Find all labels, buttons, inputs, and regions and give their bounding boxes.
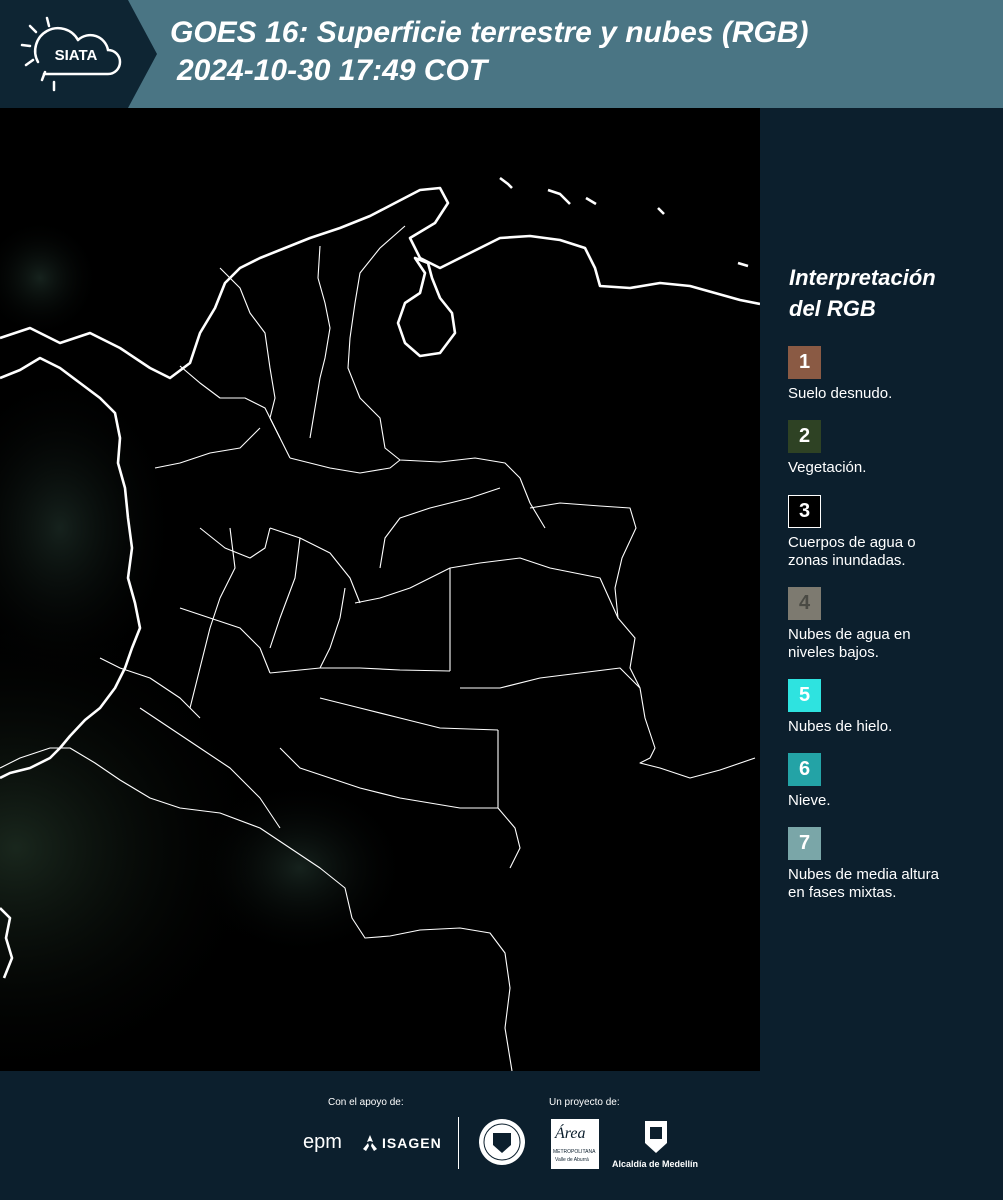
legend-label-line: en fases mixtas.	[788, 884, 897, 901]
area-logo-subtext2: Valle de Aburrá	[555, 1157, 589, 1163]
legend-label-line: Nubes de media altura	[788, 866, 939, 883]
siata-logo-text: SIATA	[55, 47, 98, 64]
legend-label: Nubes de agua en niveles bajos.	[788, 626, 998, 662]
area-logo-text: Área	[555, 1125, 586, 1142]
page-datetime: 2024-10-30 17:49 COT	[177, 54, 488, 87]
legend-label-line: Nieve.	[788, 792, 831, 809]
legend-swatch: 2	[788, 420, 821, 453]
legend-swatch: 1	[788, 346, 821, 379]
legend-item: 3 Cuerpos de agua o zonas inundadas.	[788, 495, 998, 570]
siata-logo: SIATA	[0, 0, 157, 108]
legend-title-line1: Interpretación	[789, 265, 936, 290]
legend-label-line: niveles bajos.	[788, 644, 879, 661]
legend-item: 5 Nubes de hielo.	[788, 679, 998, 736]
legend-label-line: Nubes de agua en	[788, 626, 911, 643]
legend-swatch: 7	[788, 827, 821, 860]
project-caption: Un proyecto de:	[549, 1097, 620, 1108]
footer-bar: Con el apoyo de: Un proyecto de: epm ISA…	[0, 1071, 1003, 1200]
legend-swatch: 4	[788, 587, 821, 620]
support-caption: Con el apoyo de:	[328, 1097, 404, 1108]
legend-item: 4 Nubes de agua en niveles bajos.	[788, 587, 998, 662]
legend-title: Interpretación del RGB	[789, 262, 936, 324]
legend-swatch: 5	[788, 679, 821, 712]
legend-swatch: 6	[788, 753, 821, 786]
legend-label-line: Vegetación.	[788, 459, 867, 476]
alcaldia-logo-text: Alcaldía de Medellín	[612, 1159, 699, 1169]
legend-label-line: zonas inundadas.	[788, 552, 906, 569]
area-logo-subtext: METROPOLITANA	[553, 1149, 596, 1155]
epm-logo: epm	[303, 1131, 342, 1153]
legend-label: Nubes de hielo.	[788, 718, 998, 736]
page-title: GOES 16: Superficie terrestre y nubes (R…	[170, 16, 809, 49]
legend-title-line2: del RGB	[789, 296, 876, 321]
legend-item: 6 Nieve.	[788, 753, 998, 810]
legend-swatch: 3	[788, 495, 821, 528]
legend-item: 1 Suelo desnudo.	[788, 346, 998, 403]
footer-divider	[458, 1117, 459, 1169]
area-metropolitana-logo: Área METROPOLITANA Valle de Aburrá	[551, 1119, 599, 1169]
map-canvas	[0, 108, 760, 1071]
legend-label-line: Suelo desnudo.	[788, 385, 893, 402]
legend-label-line: Nubes de hielo.	[788, 718, 893, 735]
legend-item: 7 Nubes de media altura en fases mixtas.	[788, 827, 998, 902]
legend-panel: Interpretación del RGB 1 Suelo desnudo. 2 V…	[760, 108, 1003, 1071]
legend-label: Suelo desnudo.	[788, 385, 998, 403]
isagen-mark-icon	[363, 1135, 377, 1151]
legend-label-line: Cuerpos de agua o	[788, 534, 916, 551]
legend-label: Cuerpos de agua o zonas inundadas.	[788, 534, 998, 570]
header-bar: SIATA GOES 16: Superficie terrestre y nu…	[0, 0, 1003, 108]
alcaldia-shield-icon	[645, 1121, 667, 1153]
cloud-texture	[190, 778, 410, 958]
satellite-map	[0, 108, 760, 1071]
isagen-logo: ISAGEN	[382, 1135, 442, 1151]
legend-item: 2 Vegetación.	[788, 420, 998, 477]
legend-label: Nieve.	[788, 792, 998, 810]
legend-label: Vegetación.	[788, 459, 998, 477]
legend-label: Nubes de media altura en fases mixtas.	[788, 866, 998, 902]
medellin-seal-icon	[479, 1119, 525, 1165]
